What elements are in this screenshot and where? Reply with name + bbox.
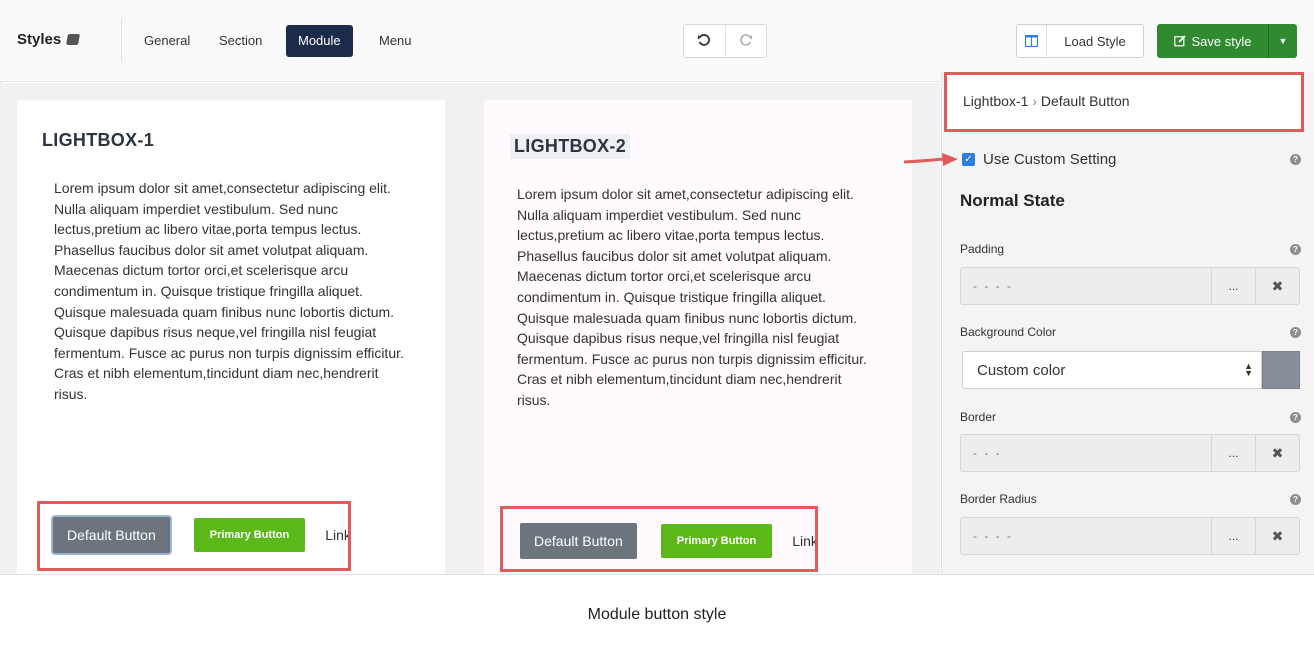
help-icon[interactable]: ?	[1290, 154, 1301, 165]
eraser-icon	[66, 34, 81, 45]
background-color-field: Custom color ▲ ▼	[962, 351, 1300, 389]
tab-section[interactable]: Section	[207, 25, 274, 57]
redo-button[interactable]	[724, 25, 767, 57]
tab-general[interactable]: General	[132, 25, 202, 57]
highlight-lightbox-2-buttons	[500, 506, 818, 572]
padding-clear-icon[interactable]: ✖	[1255, 268, 1299, 304]
save-style-group: Save style ▼	[1157, 24, 1297, 58]
lightbox-1-title: LIGHTBOX-1	[42, 130, 155, 150]
breadcrumb-text: Lightbox-1 › Default Button	[963, 93, 1130, 109]
border-radius-field: - - - - ... ✖	[960, 517, 1300, 555]
padding-more-button[interactable]: ...	[1211, 268, 1255, 304]
use-custom-setting-label: Use Custom Setting	[983, 151, 1117, 168]
color-swatch[interactable]	[1262, 351, 1300, 389]
background-color-value: Custom color	[977, 361, 1066, 379]
caption-area: Module button style	[0, 574, 1314, 648]
redo-icon	[739, 34, 752, 46]
select-arrows-icon: ▲ ▼	[1244, 361, 1253, 378]
help-icon[interactable]: ?	[1290, 412, 1301, 423]
highlight-lightbox-1-buttons	[37, 501, 351, 571]
help-icon[interactable]: ?	[1290, 244, 1301, 255]
pointer-arrow-icon	[904, 153, 958, 166]
undo-icon	[698, 34, 711, 46]
columns-toggle-button[interactable]	[1017, 25, 1047, 57]
breadcrumb-current: Default Button	[1040, 93, 1130, 109]
background-color-select[interactable]: Custom color ▲ ▼	[962, 351, 1262, 389]
border-clear-icon[interactable]: ✖	[1255, 435, 1299, 471]
background-color-label: Background Color	[960, 325, 1057, 339]
breadcrumb-separator: ›	[1032, 93, 1037, 109]
border-radius-clear-icon[interactable]: ✖	[1255, 518, 1299, 554]
help-icon[interactable]: ?	[1290, 327, 1301, 338]
load-style-group: Load Style	[1016, 24, 1144, 58]
figure-caption: Module button style	[587, 606, 727, 623]
lightbox-2-title: LIGHTBOX-2	[510, 134, 631, 159]
save-options-dropdown[interactable]: ▼	[1269, 24, 1297, 58]
border-field: - - - ... ✖	[960, 434, 1300, 472]
history-controls	[683, 24, 767, 58]
border-value[interactable]: - - -	[961, 435, 1211, 471]
lightbox-2-module[interactable]: LIGHTBOX-2 Lorem ipsum dolor sit amet,co…	[484, 100, 912, 574]
use-custom-setting-checkbox[interactable]: ✓	[962, 153, 975, 166]
brand-label: Styles	[17, 31, 62, 48]
normal-state-heading: Normal State	[960, 191, 1065, 210]
padding-label: Padding	[960, 242, 1005, 256]
load-style-button[interactable]: Load Style	[1047, 25, 1143, 57]
lightbox-2-body: Lorem ipsum dolor sit amet,consectetur a…	[517, 186, 867, 408]
padding-field: - - - - ... ✖	[960, 267, 1300, 305]
save-style-button[interactable]: Save style	[1157, 24, 1269, 58]
border-radius-more-button[interactable]: ...	[1211, 518, 1255, 554]
use-custom-setting-row[interactable]: ✓ Use Custom Setting	[962, 151, 1116, 168]
lightbox-1-body: Lorem ipsum dolor sit amet,consectetur a…	[54, 180, 404, 402]
top-toolbar: Styles General Section Module Menu Load …	[0, 0, 1314, 82]
tab-menu[interactable]: Menu	[367, 25, 424, 57]
tab-module[interactable]: Module	[286, 25, 353, 57]
columns-icon	[1025, 35, 1038, 47]
border-more-button[interactable]: ...	[1211, 435, 1255, 471]
border-radius-label: Border Radius	[960, 492, 1037, 506]
undo-button[interactable]	[684, 25, 725, 57]
styles-brand: Styles	[17, 31, 81, 48]
breadcrumb-parent[interactable]: Lightbox-1	[963, 93, 1028, 109]
border-radius-value[interactable]: - - - -	[961, 518, 1211, 554]
breadcrumb: Lightbox-1 › Default Button	[944, 72, 1304, 132]
edit-icon	[1173, 35, 1186, 47]
save-style-label: Save style	[1191, 33, 1252, 49]
caret-down-icon: ▼	[1278, 36, 1288, 46]
help-icon[interactable]: ?	[1290, 494, 1301, 505]
toolbar-divider	[121, 18, 122, 62]
padding-value[interactable]: - - - -	[961, 268, 1211, 304]
border-label: Border	[960, 410, 997, 424]
